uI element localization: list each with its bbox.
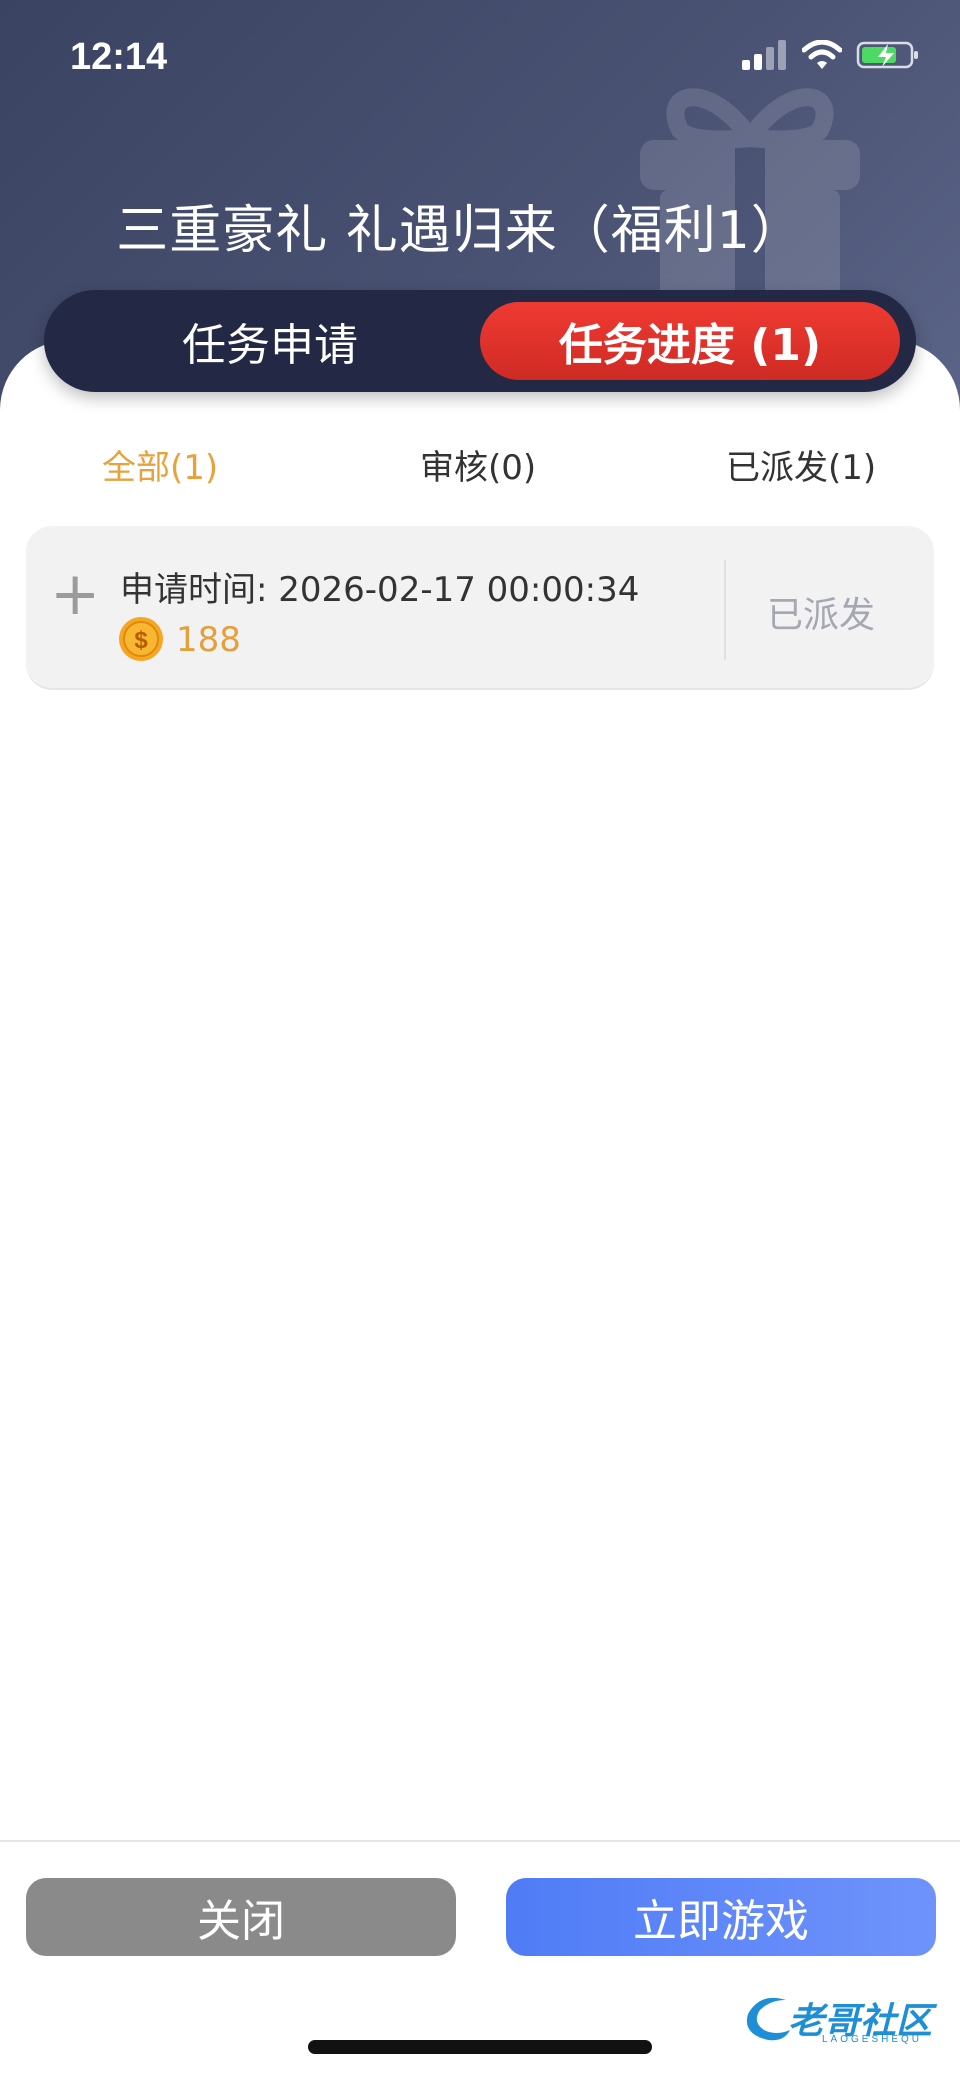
- play-now-button[interactable]: 立即游戏: [506, 1878, 936, 1956]
- filter-review[interactable]: 审核(0): [420, 440, 536, 489]
- segmented-control: 任务申请 任务进度 (1): [44, 290, 916, 392]
- filter-dispatched[interactable]: 已派发(1): [726, 440, 876, 489]
- close-button[interactable]: 关闭: [26, 1878, 456, 1956]
- battery-charging-icon: [856, 41, 918, 69]
- coin-amount: 188: [176, 620, 241, 660]
- card-divider: [724, 560, 726, 660]
- coin-icon: $: [119, 617, 163, 661]
- status-time: 12:14: [70, 36, 168, 78]
- home-indicator[interactable]: [308, 2040, 652, 2054]
- wifi-icon: [802, 40, 842, 69]
- record-status: 已派发: [766, 595, 875, 636]
- page-title: 三重豪礼 礼遇归来（福利1）: [116, 201, 804, 261]
- tab-task-apply[interactable]: 任务申请: [60, 302, 480, 380]
- svg-text:$: $: [134, 627, 148, 654]
- watermark-subtext: LAOGESHEQU: [822, 2034, 923, 2045]
- tab-task-progress[interactable]: 任务进度 (1): [480, 302, 900, 380]
- signal-icon: [742, 40, 786, 70]
- apply-time: 申请时间: 2026-02-17 00:00:34: [120, 570, 640, 610]
- watermark-logo: 老哥社区 LAOGESHEQU: [740, 1990, 950, 2050]
- plus-icon[interactable]: +: [50, 564, 100, 624]
- footer-divider: [0, 1840, 960, 1842]
- status-icons: [740, 40, 920, 70]
- filter-all[interactable]: 全部(1): [102, 440, 218, 489]
- record-card[interactable]: + 申请时间: 2026-02-17 00:00:34 $ 188 已派发: [26, 526, 934, 690]
